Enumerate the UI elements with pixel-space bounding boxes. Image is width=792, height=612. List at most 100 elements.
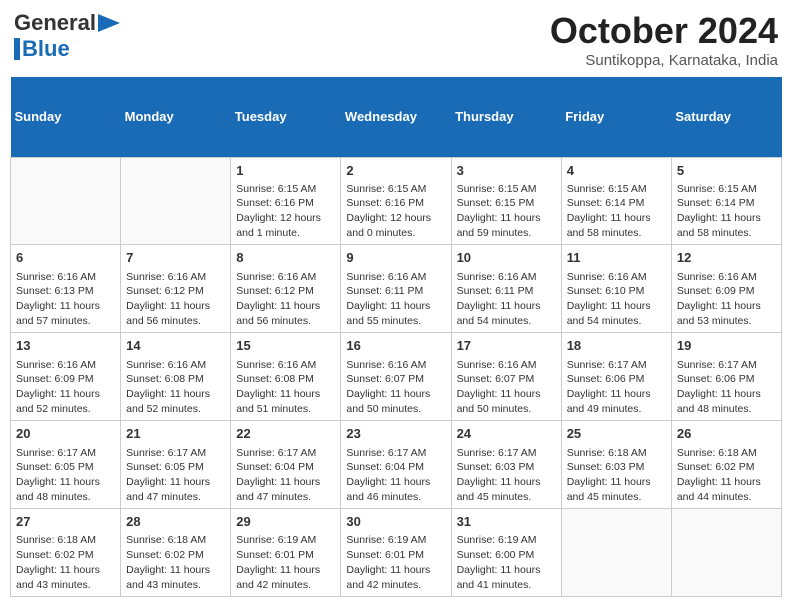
day-info-line: Sunrise: 6:17 AM — [567, 358, 666, 373]
calendar-cell: 13Sunrise: 6:16 AMSunset: 6:09 PMDayligh… — [11, 333, 121, 421]
day-info-line: and 52 minutes. — [16, 402, 115, 417]
day-info-line: and 59 minutes. — [457, 226, 556, 241]
page-header: General Blue October 2024 Suntikoppa, Ka… — [10, 10, 782, 69]
day-info-line: Daylight: 11 hours — [126, 299, 225, 314]
day-number: 14 — [126, 337, 225, 355]
day-info-line: Sunset: 6:02 PM — [126, 548, 225, 563]
calendar-week-row: 6Sunrise: 6:16 AMSunset: 6:13 PMDaylight… — [11, 245, 782, 333]
day-number: 29 — [236, 513, 335, 531]
day-number: 19 — [677, 337, 776, 355]
day-info-line: Sunrise: 6:19 AM — [236, 533, 335, 548]
day-info-line: and 41 minutes. — [457, 578, 556, 593]
day-info-line: and 46 minutes. — [346, 490, 445, 505]
day-info-line: Daylight: 11 hours — [346, 387, 445, 402]
day-info-line: Sunset: 6:14 PM — [567, 196, 666, 211]
day-info-line: Daylight: 11 hours — [236, 387, 335, 402]
day-info-line: Sunrise: 6:16 AM — [16, 358, 115, 373]
day-info-line: Daylight: 11 hours — [457, 299, 556, 314]
day-info-line: Sunrise: 6:18 AM — [567, 446, 666, 461]
day-info-line: Daylight: 11 hours — [16, 299, 115, 314]
day-info-line: Sunset: 6:12 PM — [236, 284, 335, 299]
day-info-line: Sunset: 6:04 PM — [236, 460, 335, 475]
day-info-line: Daylight: 12 hours — [346, 211, 445, 226]
day-info-line: and 43 minutes. — [16, 578, 115, 593]
logo: General Blue — [14, 10, 120, 62]
day-info-line: Sunset: 6:09 PM — [16, 372, 115, 387]
day-info-line: Daylight: 11 hours — [677, 387, 776, 402]
day-number: 21 — [126, 425, 225, 443]
day-number: 5 — [677, 162, 776, 180]
day-info-line: and 54 minutes. — [457, 314, 556, 329]
calendar-cell — [121, 157, 231, 245]
day-info-line: and 48 minutes. — [16, 490, 115, 505]
calendar-cell: 16Sunrise: 6:16 AMSunset: 6:07 PMDayligh… — [341, 333, 451, 421]
day-info-line: and 56 minutes. — [126, 314, 225, 329]
day-info-line: and 42 minutes. — [346, 578, 445, 593]
calendar-cell: 12Sunrise: 6:16 AMSunset: 6:09 PMDayligh… — [671, 245, 781, 333]
day-info-line: Sunset: 6:03 PM — [457, 460, 556, 475]
day-info-line: Sunset: 6:07 PM — [457, 372, 556, 387]
day-info-line: Sunrise: 6:16 AM — [567, 270, 666, 285]
calendar-cell: 10Sunrise: 6:16 AMSunset: 6:11 PMDayligh… — [451, 245, 561, 333]
day-info-line: Sunrise: 6:17 AM — [346, 446, 445, 461]
column-header-friday: Friday — [561, 77, 671, 157]
day-info-line: Sunset: 6:01 PM — [236, 548, 335, 563]
day-info-line: Sunset: 6:07 PM — [346, 372, 445, 387]
calendar-cell: 3Sunrise: 6:15 AMSunset: 6:15 PMDaylight… — [451, 157, 561, 245]
day-info-line: Sunrise: 6:16 AM — [236, 270, 335, 285]
day-info-line: Sunset: 6:14 PM — [677, 196, 776, 211]
day-info-line: Daylight: 11 hours — [567, 211, 666, 226]
day-info-line: Daylight: 11 hours — [126, 563, 225, 578]
calendar-week-row: 1Sunrise: 6:15 AMSunset: 6:16 PMDaylight… — [11, 157, 782, 245]
day-info-line: Sunset: 6:04 PM — [346, 460, 445, 475]
day-info-line: Sunset: 6:05 PM — [16, 460, 115, 475]
day-info-line: Sunrise: 6:18 AM — [677, 446, 776, 461]
calendar-cell: 28Sunrise: 6:18 AMSunset: 6:02 PMDayligh… — [121, 509, 231, 597]
day-info-line: and 54 minutes. — [567, 314, 666, 329]
day-info-line: Sunset: 6:06 PM — [567, 372, 666, 387]
calendar-cell: 23Sunrise: 6:17 AMSunset: 6:04 PMDayligh… — [341, 421, 451, 509]
column-header-thursday: Thursday — [451, 77, 561, 157]
day-info-line: Sunrise: 6:18 AM — [16, 533, 115, 548]
calendar-cell: 7Sunrise: 6:16 AMSunset: 6:12 PMDaylight… — [121, 245, 231, 333]
day-info-line: Daylight: 11 hours — [236, 563, 335, 578]
day-info-line: and 45 minutes. — [457, 490, 556, 505]
day-info-line: Sunrise: 6:16 AM — [236, 358, 335, 373]
day-number: 6 — [16, 249, 115, 267]
day-info-line: Sunset: 6:02 PM — [16, 548, 115, 563]
day-number: 4 — [567, 162, 666, 180]
day-info-line: and 58 minutes. — [677, 226, 776, 241]
column-header-saturday: Saturday — [671, 77, 781, 157]
day-info-line: Sunrise: 6:16 AM — [457, 270, 556, 285]
day-info-line: Sunrise: 6:19 AM — [346, 533, 445, 548]
day-info-line: and 53 minutes. — [677, 314, 776, 329]
calendar-cell: 26Sunrise: 6:18 AMSunset: 6:02 PMDayligh… — [671, 421, 781, 509]
column-header-tuesday: Tuesday — [231, 77, 341, 157]
day-info-line: Sunset: 6:08 PM — [236, 372, 335, 387]
day-info-line: and 43 minutes. — [126, 578, 225, 593]
day-info-line: Daylight: 11 hours — [126, 475, 225, 490]
calendar-week-row: 27Sunrise: 6:18 AMSunset: 6:02 PMDayligh… — [11, 509, 782, 597]
day-info-line: and 55 minutes. — [346, 314, 445, 329]
calendar-cell: 20Sunrise: 6:17 AMSunset: 6:05 PMDayligh… — [11, 421, 121, 509]
day-info-line: and 52 minutes. — [126, 402, 225, 417]
day-info-line: Sunrise: 6:16 AM — [126, 358, 225, 373]
day-info-line: Sunset: 6:06 PM — [677, 372, 776, 387]
calendar-cell: 1Sunrise: 6:15 AMSunset: 6:16 PMDaylight… — [231, 157, 341, 245]
day-number: 26 — [677, 425, 776, 443]
day-number: 8 — [236, 249, 335, 267]
day-number: 28 — [126, 513, 225, 531]
day-info-line: and 56 minutes. — [236, 314, 335, 329]
day-info-line: and 58 minutes. — [567, 226, 666, 241]
logo-bar — [14, 38, 20, 60]
calendar-cell — [11, 157, 121, 245]
day-info-line: Sunset: 6:05 PM — [126, 460, 225, 475]
calendar-cell — [671, 509, 781, 597]
day-info-line: Sunrise: 6:15 AM — [677, 182, 776, 197]
day-info-line: Daylight: 11 hours — [677, 299, 776, 314]
day-info-line: Daylight: 11 hours — [567, 299, 666, 314]
day-info-line: Sunset: 6:03 PM — [567, 460, 666, 475]
day-info-line: Sunrise: 6:16 AM — [126, 270, 225, 285]
day-info-line: Sunset: 6:00 PM — [457, 548, 556, 563]
calendar-cell: 9Sunrise: 6:16 AMSunset: 6:11 PMDaylight… — [341, 245, 451, 333]
